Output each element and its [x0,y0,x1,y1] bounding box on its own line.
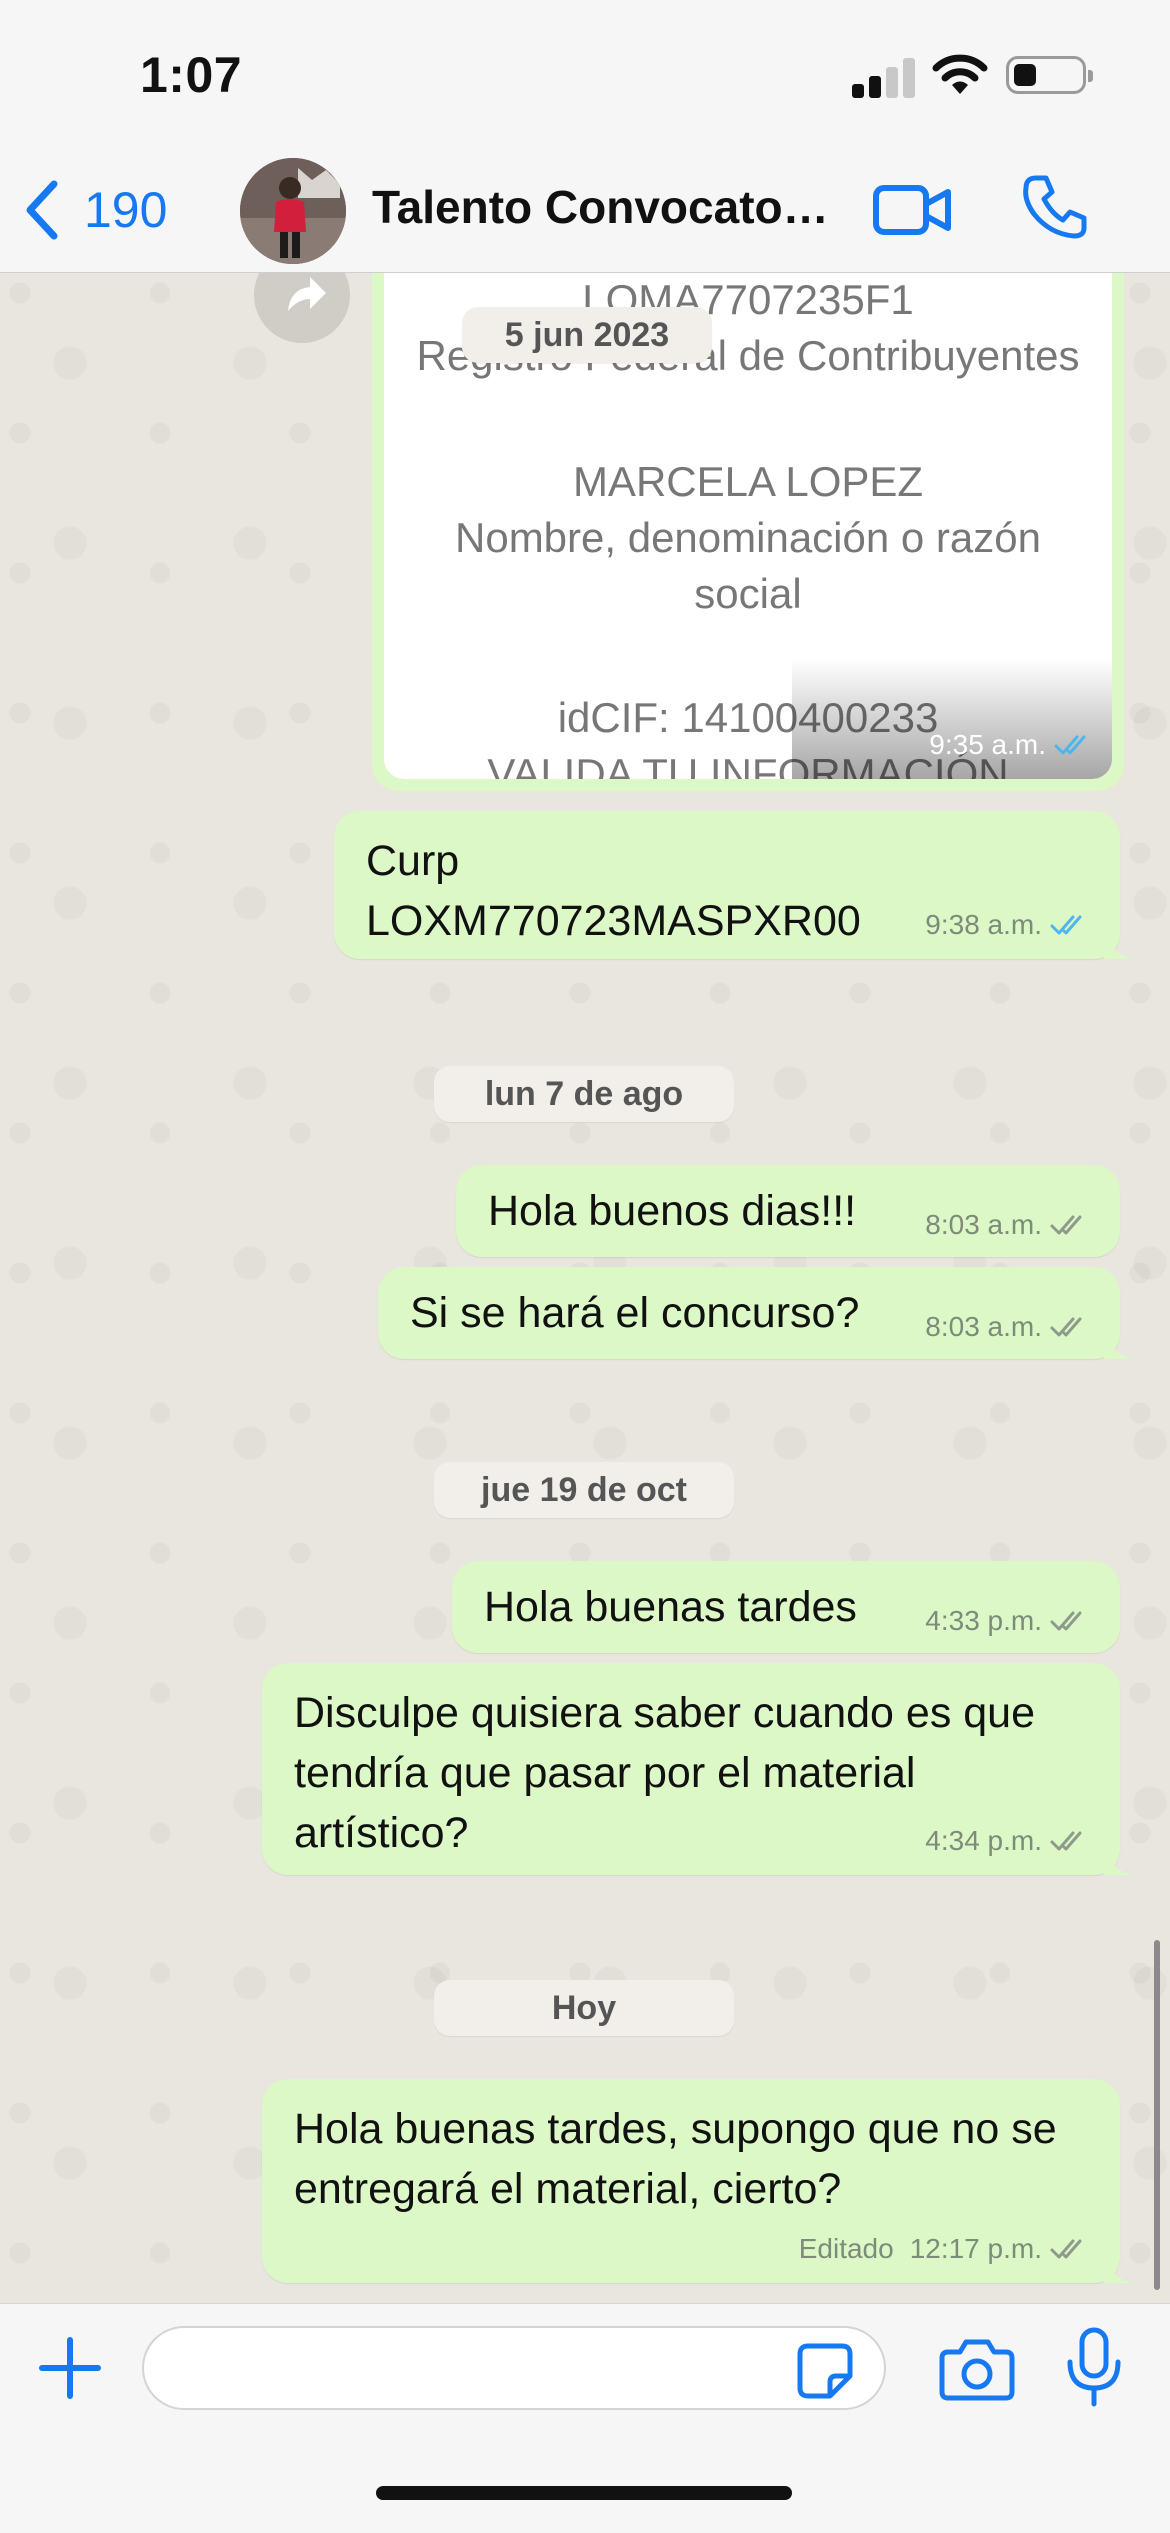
chat-title[interactable]: Talento Convocatoria Pilares [372,180,842,234]
sticker-icon[interactable] [796,2342,854,2400]
delivered-receipt-icon [1050,1611,1082,1631]
message-meta: 4:33 p.m. [925,1605,1090,1637]
unread-count: 190 [84,182,168,238]
delivered-receipt-icon [1050,1831,1082,1851]
message-text: Hola buenas tardes, supongo que no se en… [294,2105,1057,2213]
message-time: 4:34 p.m. [925,1825,1042,1856]
message-text: Curp LOXM770723MASPXR00 [366,837,861,945]
microphone-icon[interactable] [1064,2326,1124,2408]
scrollbar[interactable] [1154,1940,1160,2290]
camera-icon[interactable] [938,2334,1016,2404]
date-separator: lun 7 de ago [434,1066,734,1122]
message-bubble[interactable]: Hola buenos dias!!! 8:03 a.m. [456,1165,1120,1257]
chevron-left-icon [26,180,58,240]
delivered-receipt-icon [1050,1317,1082,1337]
plus-icon[interactable] [36,2334,104,2402]
message-time: 8:03 a.m. [925,1209,1042,1240]
message-text: Hola buenos dias!!! [488,1187,857,1235]
doc-line: MARCELA LOPEZ [572,458,924,505]
message-bubble[interactable]: Hola buenas tardes 4:33 p.m. [452,1561,1120,1653]
edited-label: Editado [798,2233,894,2264]
message-text: Hola buenas tardes [484,1583,857,1631]
delivered-receipt-icon [1050,2239,1082,2259]
wifi-icon [932,54,988,94]
home-indicator[interactable] [376,2486,792,2500]
read-receipt-icon [1050,915,1082,935]
message-bubble[interactable]: Disculpe quisiera saber cuando es que te… [262,1663,1134,1875]
doc-line: Nombre, denominación o razón [455,514,1041,561]
contact-avatar[interactable] [240,158,346,264]
message-input[interactable] [142,2326,886,2410]
message-meta: 8:03 a.m. [925,1311,1090,1343]
forward-icon [288,277,326,311]
message-time: 9:38 a.m. [925,909,1042,940]
message-meta: Editado 12:17 p.m. [799,2233,1090,2265]
message-time: 9:35 a.m. [929,729,1046,760]
date-separator: Hoy [434,1980,734,2036]
video-call-icon[interactable] [872,178,952,242]
message-meta: 8:03 a.m. [925,1209,1090,1241]
delivered-receipt-icon [1050,1215,1082,1235]
battery-icon [1006,56,1093,94]
doc-line: social [694,570,802,617]
chat-header: 190 Talento Convocatoria Pilares [0,150,1170,273]
message-text: Si se hará el concurso? [410,1289,860,1337]
cellular-signal-icon [852,56,916,98]
message-time: 8:03 a.m. [925,1311,1042,1342]
message-bubble[interactable]: Curp LOXM770723MASPXR00 9:38 a.m. [334,811,1134,959]
date-separator: 5 jun 2023 [462,307,712,363]
message-meta: 9:38 a.m. [925,909,1090,941]
phone-call-icon[interactable] [1022,174,1088,240]
date-separator: jue 19 de oct [434,1462,734,1518]
message-meta: 4:34 p.m. [925,1825,1090,1857]
back-button[interactable]: 190 [22,172,167,248]
message-time: 12:17 p.m. [909,2233,1042,2264]
forward-button[interactable] [254,273,350,343]
message-meta: 9:35 a.m. [929,729,1094,761]
status-bar: 1:07 [0,0,1170,150]
message-bubble[interactable]: Si se hará el concurso? 8:03 a.m. [378,1267,1134,1359]
clock: 1:07 [140,47,243,103]
read-receipt-icon [1054,735,1086,755]
chat-messages[interactable]: LOMA7707235F1 Registro Federal de Contri… [0,273,1170,2303]
message-bubble[interactable]: Hola buenas tardes, supongo que no se en… [262,2079,1134,2283]
message-time: 4:33 p.m. [925,1605,1042,1636]
